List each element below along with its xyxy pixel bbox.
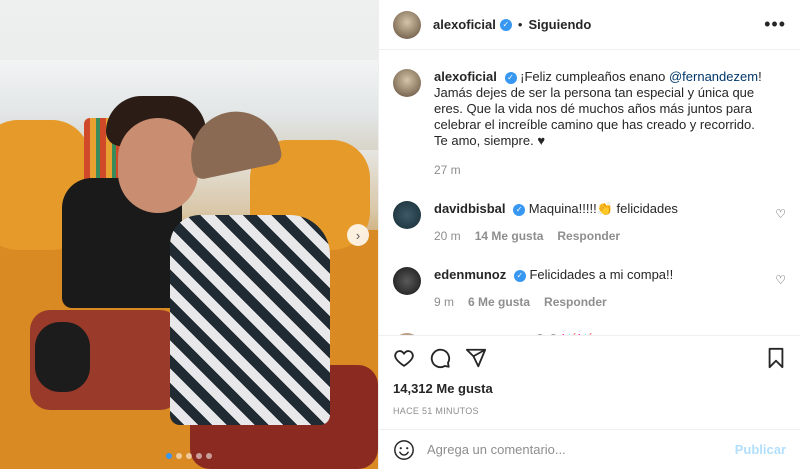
- comment-time[interactable]: 20 m: [434, 229, 461, 243]
- post-actions: 14,312 Me gusta HACE 51 MINUTOS: [379, 335, 800, 416]
- carousel-dot: [206, 453, 212, 459]
- post-timestamp[interactable]: HACE 51 MINUTOS: [393, 406, 786, 416]
- caption-avatar[interactable]: [393, 69, 421, 97]
- comment-text: Felicidades a mi compa!!: [529, 267, 674, 282]
- chevron-right-icon: ›: [355, 227, 361, 243]
- verified-icon: ✓: [513, 269, 526, 282]
- carousel-dot: [166, 453, 172, 459]
- comment-likes[interactable]: 14 Me gusta: [475, 229, 544, 243]
- comment-time[interactable]: 9 m: [434, 295, 454, 309]
- like-comment-icon[interactable]: ♡: [775, 207, 786, 221]
- comment-input[interactable]: [427, 442, 735, 457]
- reply-button[interactable]: Responder: [544, 295, 607, 309]
- comment-username[interactable]: davidbisbal: [434, 201, 506, 216]
- caption-time[interactable]: 27 m: [434, 163, 774, 177]
- caption-text: alexoficial ✓ ¡Feliz cumpleaños enano @f…: [434, 69, 774, 149]
- carousel-dot: [186, 453, 192, 459]
- caption-text-before: ¡Feliz cumpleaños enano: [520, 69, 669, 84]
- verified-icon: ✓: [513, 203, 526, 216]
- carousel-dot: [176, 453, 182, 459]
- instagram-post: › alexoficial ✓ • Siguiendo ••• alexofic…: [0, 0, 800, 469]
- reply-button[interactable]: Responder: [557, 229, 620, 243]
- header-separator: •: [517, 17, 523, 32]
- comments-list[interactable]: alexoficial ✓ ¡Feliz cumpleaños enano @f…: [379, 51, 800, 335]
- emoji-icon[interactable]: [393, 439, 415, 461]
- comment-likes[interactable]: 6 Me gusta: [468, 295, 530, 309]
- like-comment-icon[interactable]: ♡: [775, 273, 786, 287]
- header-username[interactable]: alexoficial: [433, 17, 496, 32]
- post-photo[interactable]: ›: [0, 0, 378, 469]
- comment-avatar[interactable]: [393, 267, 421, 295]
- list-item: davidbisbal ✓ Maquina!!!!!👏 felicidades …: [393, 201, 786, 243]
- next-slide-button[interactable]: ›: [347, 224, 369, 246]
- post-side-panel: alexoficial ✓ • Siguiendo ••• alexoficia…: [378, 0, 800, 469]
- carousel-dots: [0, 453, 378, 459]
- caption-line2: Te amo, siempre. ♥: [434, 133, 546, 148]
- comment-username[interactable]: edenmunoz: [434, 267, 506, 282]
- caption-mention[interactable]: @fernandezem: [669, 69, 758, 84]
- more-options-icon[interactable]: •••: [764, 14, 786, 35]
- carousel-dot: [196, 453, 202, 459]
- photo-knee-brace: [35, 322, 90, 392]
- post-header: alexoficial ✓ • Siguiendo •••: [379, 0, 800, 50]
- photo-person-left-face: [118, 118, 198, 213]
- avatar[interactable]: [393, 10, 421, 39]
- heart-icon[interactable]: [393, 347, 415, 369]
- comment-icon[interactable]: [429, 347, 451, 369]
- comment-avatar[interactable]: [393, 201, 421, 229]
- verified-icon: ✓: [499, 18, 512, 31]
- verified-icon: ✓: [504, 71, 517, 84]
- caption-username[interactable]: alexoficial: [434, 69, 497, 84]
- comment-text: Maquina!!!!!👏 felicidades: [528, 201, 678, 216]
- bookmark-icon[interactable]: [766, 347, 786, 369]
- publish-button[interactable]: Publicar: [735, 442, 786, 457]
- post-caption: alexoficial ✓ ¡Feliz cumpleaños enano @f…: [393, 69, 786, 177]
- photo-person-right: [170, 215, 330, 425]
- following-button[interactable]: Siguiendo: [528, 17, 591, 32]
- share-icon[interactable]: [465, 347, 487, 369]
- comment-composer: Publicar: [379, 429, 800, 469]
- likes-count[interactable]: 14,312 Me gusta: [393, 381, 786, 396]
- list-item: edenmunoz ✓ Felicidades a mi compa!! 9 m…: [393, 267, 786, 309]
